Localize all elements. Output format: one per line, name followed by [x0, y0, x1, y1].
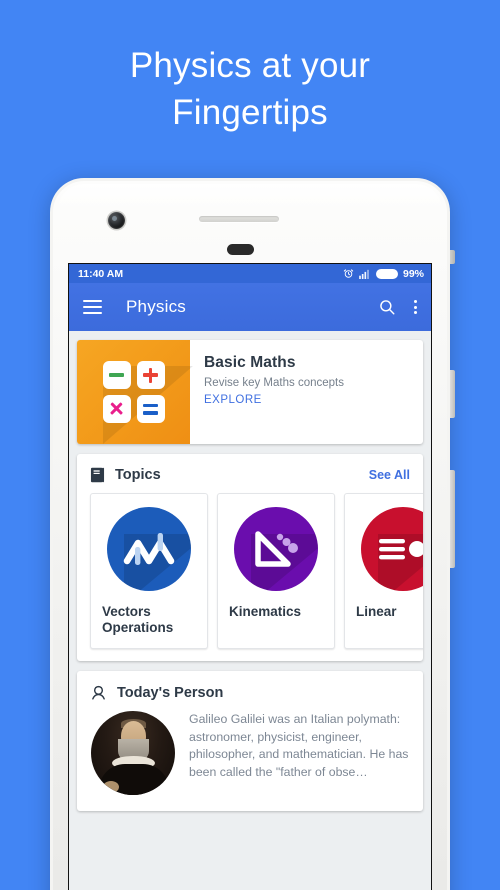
explore-button[interactable]: EXPLORE — [204, 394, 411, 406]
status-bar-icons: 99% — [343, 268, 424, 280]
see-all-button[interactable]: See All — [369, 468, 410, 482]
vector-arrows-icon — [107, 507, 191, 591]
basic-maths-body: Basic Maths Revise key Maths concepts EX… — [190, 340, 423, 444]
topic-card-linear[interactable]: Linear — [344, 493, 423, 649]
battery-icon — [375, 268, 398, 279]
galileo-portrait-avatar — [91, 711, 175, 795]
person-bust-icon — [92, 685, 105, 700]
topics-title: Topics — [115, 467, 161, 483]
mute-switch-button[interactable] — [450, 250, 455, 264]
topic-card-vectors-operations[interactable]: Vectors Operations — [90, 493, 208, 649]
topic-label-line1: Kinematics — [229, 604, 302, 619]
hero-line-1: Physics at your — [129, 46, 371, 85]
equals-operation-icon — [136, 395, 165, 423]
todays-person-header: Today's Person — [77, 671, 423, 711]
power-button[interactable] — [450, 470, 455, 568]
topics-list[interactable]: Vectors Operations Kinematics Linear — [77, 493, 423, 649]
screen-content[interactable]: Basic Maths Revise key Maths concepts EX… — [69, 331, 431, 811]
status-bar: 11:40 AM 99% — [69, 264, 431, 283]
todays-person-card[interactable]: Today's Person Galileo Galilei was an It… — [77, 671, 423, 811]
projectile-triangle-icon — [234, 507, 318, 591]
topics-card: Topics See All Vectors Operations Kinema… — [77, 454, 423, 661]
topic-label: Linear — [356, 604, 423, 620]
linear-motion-icon — [361, 507, 423, 591]
battery-percent: 99% — [402, 267, 424, 280]
app-bar: Physics — [69, 283, 431, 331]
hamburger-menu-icon[interactable] — [83, 300, 102, 314]
calculator-operations-icon — [77, 340, 193, 444]
todays-person-description: Galileo Galilei was an Italian polymath:… — [189, 712, 409, 779]
basic-maths-subtitle: Revise key Maths concepts — [204, 377, 344, 389]
multiply-operation-icon — [102, 395, 131, 423]
status-bar-time: 11:40 AM — [78, 267, 124, 280]
app-bar-title: Physics — [126, 297, 186, 316]
plus-operation-icon — [136, 361, 165, 389]
phone-screen: 11:40 AM 99% Physics Basic Maths Revise … — [68, 263, 432, 890]
proximity-sensor-icon — [227, 244, 254, 255]
hero-headline: Physics at your Fingertips — [0, 42, 500, 136]
topic-label-line1: Linear — [356, 604, 397, 619]
topic-label: Vectors Operations — [102, 604, 196, 636]
topic-label-line1: Vectors — [102, 604, 151, 619]
alarm-icon — [343, 269, 354, 278]
topics-header: Topics See All — [77, 454, 423, 493]
topic-label-line2: Operations — [102, 620, 174, 635]
topic-label: Kinematics — [229, 604, 323, 620]
search-icon[interactable] — [378, 298, 396, 316]
book-icon — [90, 467, 105, 483]
todays-person-title: Today's Person — [117, 684, 224, 701]
todays-person-body: Galileo Galilei was an Italian polymath:… — [77, 711, 423, 795]
phone-mockup: 11:40 AM 99% Physics Basic Maths Revise … — [50, 178, 455, 890]
signal-icon — [359, 269, 369, 279]
phone-top-bezel — [58, 184, 442, 210]
earpiece-speaker-icon — [199, 216, 279, 222]
volume-button[interactable] — [450, 370, 455, 418]
more-vertical-icon[interactable] — [414, 300, 417, 314]
basic-maths-card[interactable]: Basic Maths Revise key Maths concepts EX… — [77, 340, 423, 444]
basic-maths-title: Basic Maths — [204, 354, 296, 371]
hero-line-2: Fingertips — [172, 93, 328, 132]
minus-operation-icon — [102, 361, 131, 389]
topic-card-kinematics[interactable]: Kinematics — [217, 493, 335, 649]
front-camera-icon — [108, 212, 125, 229]
